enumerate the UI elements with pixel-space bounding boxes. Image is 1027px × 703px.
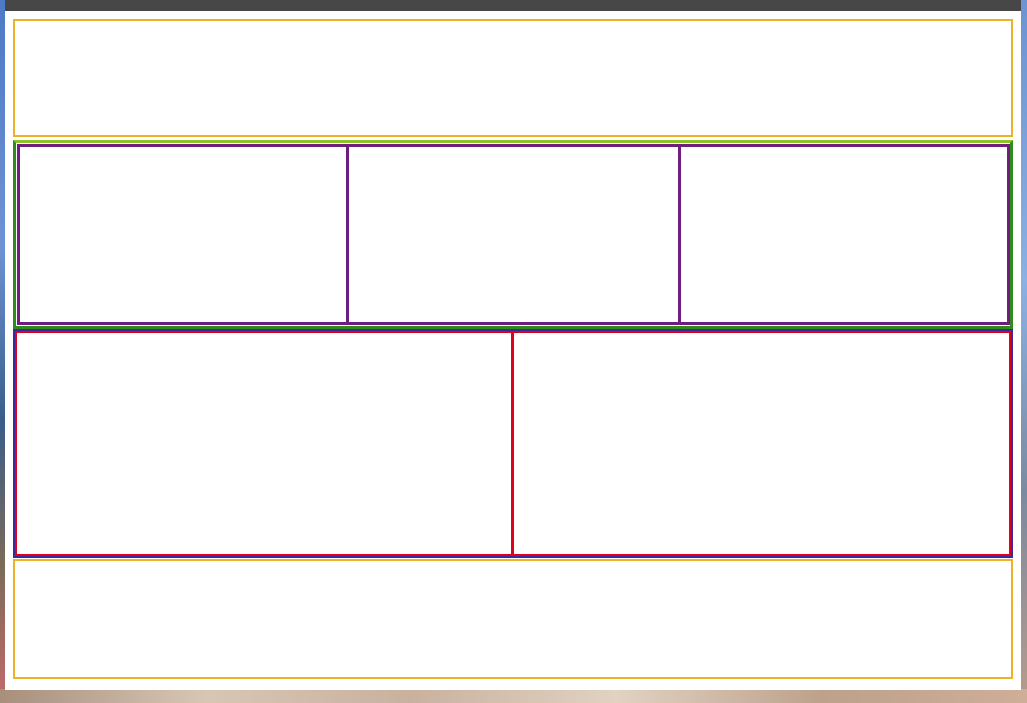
two-column-row [13, 329, 1013, 558]
two-column-cell-1 [15, 331, 514, 556]
window-titlebar[interactable] [5, 0, 1021, 11]
desktop-background-bottom-edge [0, 689, 1027, 703]
three-column-cell-3 [678, 144, 1010, 325]
three-column-row [13, 140, 1013, 329]
layout-canvas [5, 11, 1021, 690]
desktop-background-right-edge [1021, 0, 1027, 703]
app-window [5, 0, 1021, 690]
footer-panel [13, 559, 1013, 679]
three-column-cell-1 [17, 144, 349, 325]
two-column-cell-2 [511, 331, 1011, 556]
header-panel [13, 19, 1013, 137]
three-column-cell-2 [346, 144, 681, 325]
